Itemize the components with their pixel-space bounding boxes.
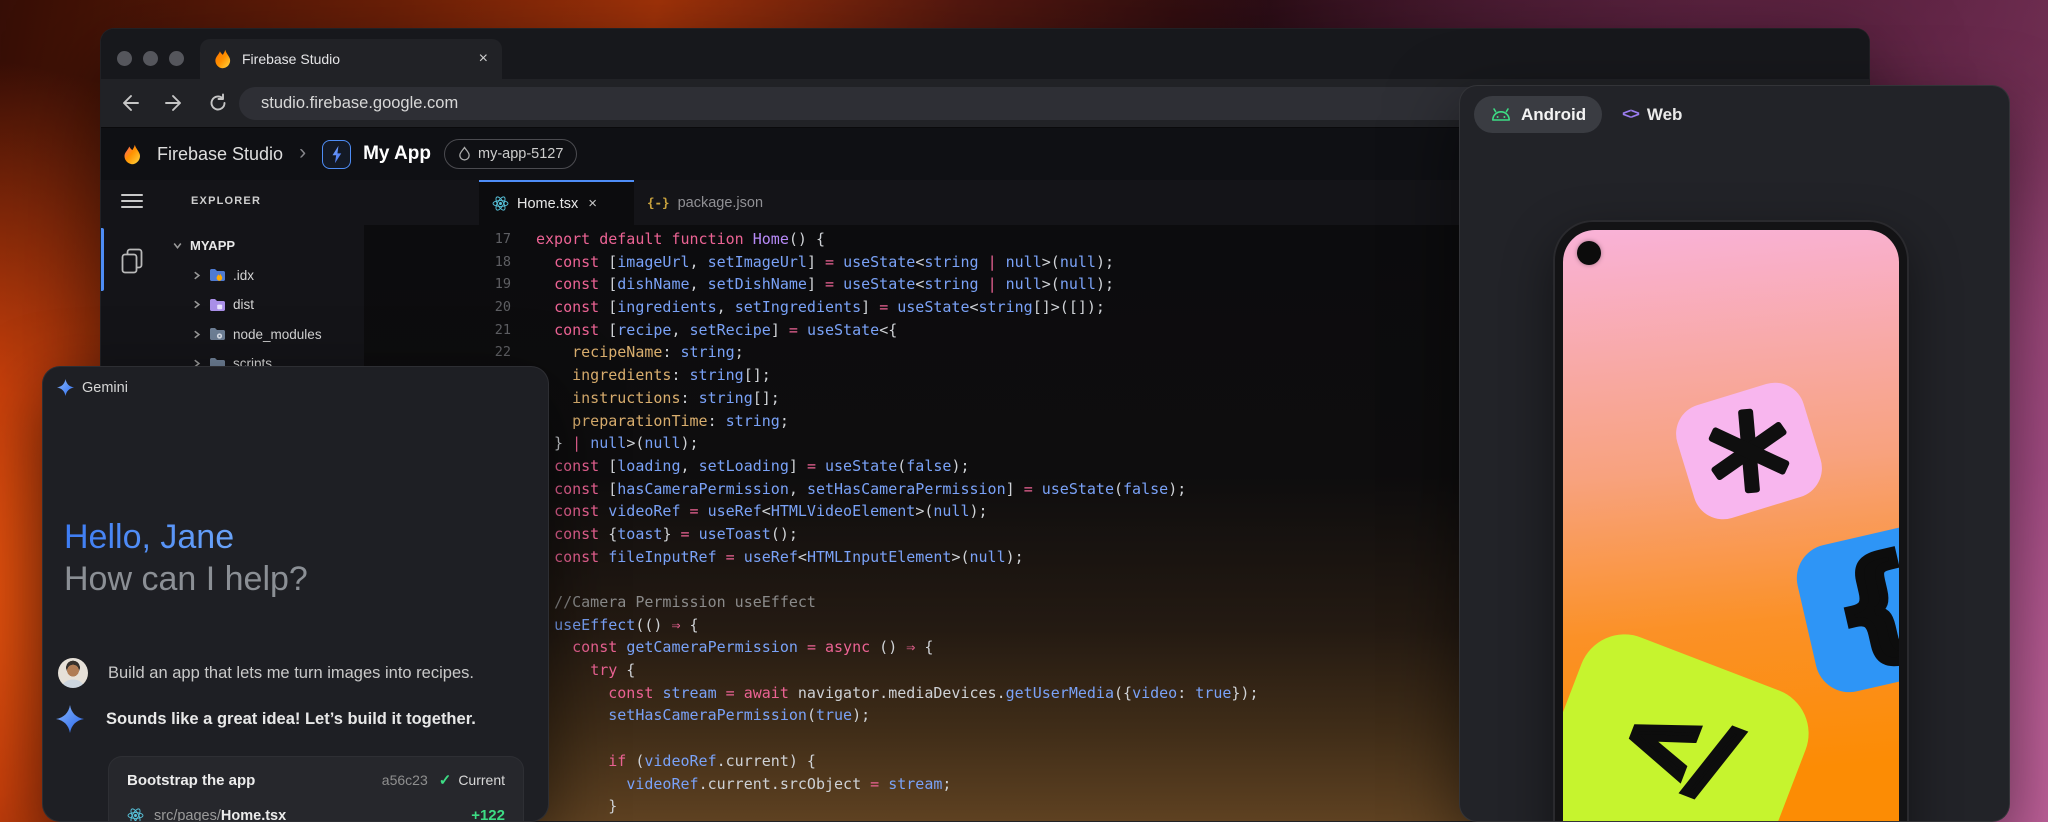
android-icon xyxy=(1490,107,1512,123)
commit-hash: a56c23 xyxy=(382,772,428,788)
camera-punch-hole xyxy=(1577,241,1601,265)
web-toggle[interactable]: <> Web xyxy=(1622,105,1682,125)
line-number: 19 xyxy=(364,273,511,296)
open-brace-icon: { xyxy=(1821,538,1899,672)
tree-label: dist xyxy=(233,297,254,312)
chevron-right-icon xyxy=(191,299,202,310)
user-message: Build an app that lets me turn images in… xyxy=(108,664,474,683)
assistant-message: Sounds like a great idea! Let’s build it… xyxy=(106,710,476,729)
chevron-right-icon xyxy=(191,270,202,281)
traffic-light-icon[interactable] xyxy=(169,51,184,66)
traffic-light-icon[interactable] xyxy=(117,51,132,66)
tree-label: MYAPP xyxy=(190,238,235,253)
desktop-background: Firebase Studio × studio.firebase.google… xyxy=(0,0,2048,822)
workspace-name: my-app-5127 xyxy=(478,146,563,162)
tab-label: package.json xyxy=(678,195,763,211)
folder-icon xyxy=(209,298,226,312)
react-icon xyxy=(492,195,509,212)
browser-tab[interactable]: Firebase Studio × xyxy=(200,39,502,79)
explorer-title: EXPLORER xyxy=(191,195,261,207)
gemini-header: Gemini xyxy=(57,379,128,396)
folder-icon xyxy=(209,268,226,282)
chevron-separator-icon: › xyxy=(299,141,306,165)
tree-root-myapp[interactable]: MYAPP xyxy=(164,231,364,261)
line-number: 22 xyxy=(364,341,511,364)
tab-label: Home.tsx xyxy=(517,196,578,212)
tree-item-dist[interactable]: dist xyxy=(164,290,364,320)
pink-tile xyxy=(1669,375,1830,526)
tree-item-node_modules[interactable]: node_modules xyxy=(164,320,364,350)
files-icon[interactable] xyxy=(119,247,145,275)
device-preview-panel: Android <> Web xyxy=(1459,85,2010,822)
close-icon[interactable]: × xyxy=(588,195,597,212)
gemini-title: Gemini xyxy=(82,380,128,396)
asterisk-icon xyxy=(1697,399,1802,504)
browser-tab-title: Firebase Studio xyxy=(242,51,469,67)
line-number: 21 xyxy=(364,319,511,342)
check-icon: ✓ xyxy=(439,771,452,789)
file-tree: MYAPP.idxdistnode_modulesscripts xyxy=(164,231,364,379)
menu-icon[interactable] xyxy=(121,194,143,208)
android-label: Android xyxy=(1521,105,1586,125)
card-title: Bootstrap the app xyxy=(127,772,382,789)
preview-target-switcher: Android <> Web xyxy=(1474,96,1682,133)
bootstrap-card: Bootstrap the app a56c23 ✓ Current src/p… xyxy=(108,756,524,822)
react-icon xyxy=(127,807,144,822)
breadcrumb-brand[interactable]: Firebase Studio xyxy=(157,144,283,165)
blue-tile: { xyxy=(1790,519,1899,699)
diff-count: +122 xyxy=(471,807,505,822)
firebase-flame-icon xyxy=(123,144,142,165)
reload-icon[interactable] xyxy=(207,92,229,114)
gemini-sparkle-icon xyxy=(56,705,84,733)
chevron-down-icon xyxy=(172,240,183,251)
line-number: 17 xyxy=(364,228,511,251)
chevron-right-icon xyxy=(191,329,202,340)
greeting-name: Hello, Jane xyxy=(64,517,234,557)
gemini-panel: Gemini Hello, Jane How can I help? Build… xyxy=(42,366,549,822)
status-badge: Current xyxy=(458,772,505,788)
droplet-icon xyxy=(458,146,471,162)
gemini-sparkle-icon xyxy=(57,379,74,396)
phone-mockup: { </ xyxy=(1553,220,1909,822)
browser-titlebar: Firebase Studio × xyxy=(101,29,1869,79)
phone-screen: { </ xyxy=(1563,230,1899,822)
file-path: src/pages/Home.tsx xyxy=(154,808,461,822)
app-logo-icon xyxy=(322,140,351,169)
user-message-row: Build an app that lets me turn images in… xyxy=(58,658,474,688)
back-icon[interactable] xyxy=(119,92,141,114)
active-view-indicator xyxy=(101,228,104,291)
firebase-flame-icon xyxy=(214,49,232,69)
workspace-badge[interactable]: my-app-5127 xyxy=(444,139,577,169)
editor-tab-package-json[interactable]: {-} package.json xyxy=(634,180,804,225)
traffic-light-icon[interactable] xyxy=(143,51,158,66)
tree-label: node_modules xyxy=(233,327,322,342)
line-number: 20 xyxy=(364,296,511,319)
close-icon[interactable]: × xyxy=(479,51,488,67)
line-number: 18 xyxy=(364,251,511,274)
code-slash-icon: </ xyxy=(1610,684,1746,810)
changed-file-row[interactable]: src/pages/Home.tsx +122 xyxy=(127,807,505,822)
greeting-question: How can I help? xyxy=(64,559,308,599)
user-avatar xyxy=(58,658,88,688)
code-tag-icon: <> xyxy=(1622,106,1639,124)
editor-tab-home[interactable]: Home.tsx × xyxy=(479,180,634,225)
web-label: Web xyxy=(1647,105,1683,125)
breadcrumb-app-name[interactable]: My App xyxy=(363,143,431,165)
lime-tile: </ xyxy=(1563,621,1822,822)
json-braces-icon: {-} xyxy=(647,195,670,210)
assistant-message-row: Sounds like a great idea! Let’s build it… xyxy=(56,705,476,733)
android-toggle[interactable]: Android xyxy=(1474,96,1602,133)
url-text: studio.firebase.google.com xyxy=(261,94,458,113)
folder-icon xyxy=(209,327,226,341)
forward-icon[interactable] xyxy=(163,92,185,114)
tree-item-idx[interactable]: .idx xyxy=(164,261,364,291)
tree-label: .idx xyxy=(233,268,254,283)
